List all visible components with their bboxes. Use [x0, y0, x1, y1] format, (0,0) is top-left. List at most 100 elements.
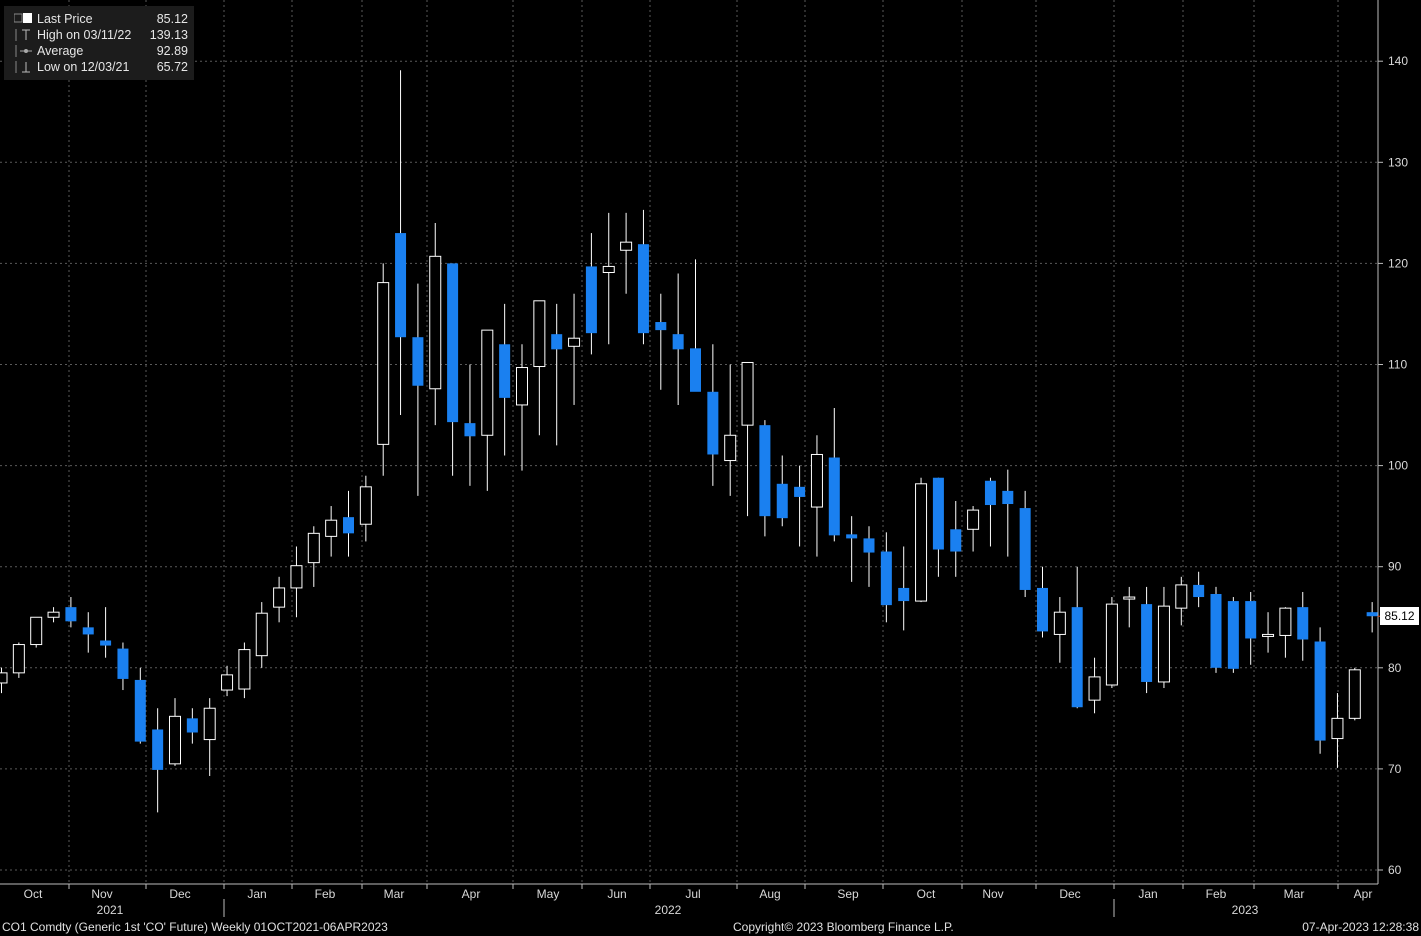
candle [1105, 597, 1118, 689]
candle [898, 546, 910, 631]
candle-body-up [1053, 611, 1066, 635]
legend-item-average: Average 92.89 [4, 43, 194, 59]
candle-body-up [1105, 603, 1118, 686]
footer: CO1 Comdty (Generic 1st 'CO' Future) Wee… [0, 918, 1421, 936]
candle [1053, 597, 1066, 663]
candle [1279, 607, 1292, 658]
x-month-label: Mar [384, 887, 405, 901]
candle [325, 506, 338, 557]
candle [533, 300, 546, 436]
x-month-label: Sep [837, 887, 859, 901]
x-month-label: Jan [247, 887, 266, 901]
candle-body-down [1141, 604, 1153, 682]
candle-body-down [950, 529, 962, 552]
candle-body-down [984, 480, 996, 506]
candle [568, 293, 581, 405]
x-month-label: Oct [24, 887, 43, 901]
candle [447, 263, 459, 476]
x-year-label: 2022 [655, 903, 682, 917]
candle-body-down [1297, 607, 1309, 640]
candle-body-up [238, 649, 251, 690]
candle [30, 616, 43, 648]
candle [499, 303, 511, 456]
candle-body-up [724, 434, 737, 462]
candle [690, 259, 701, 392]
x-month-label: Mar [1284, 887, 1305, 901]
candle-body-down [794, 486, 806, 497]
candle-body-up [1279, 607, 1292, 636]
y-tick-label: 120 [1388, 256, 1408, 270]
candle-body-down [134, 679, 146, 742]
candle [776, 455, 788, 527]
candle [984, 477, 996, 547]
candle-body-down [395, 233, 407, 338]
average-marker-icon [15, 45, 32, 57]
candle [1123, 586, 1136, 628]
y-tick-label: 140 [1388, 54, 1408, 68]
x-month-label: May [537, 887, 560, 901]
candle-body-down [1210, 593, 1222, 668]
legend-label: Low on 12/03/21 [37, 60, 130, 74]
x-month-label: Aug [759, 887, 780, 901]
candle-body-down [637, 244, 649, 334]
legend-item-high: High on 03/11/22 139.13 [4, 27, 194, 43]
candle [152, 708, 164, 813]
legend-item-low: Low on 12/03/21 65.72 [4, 59, 194, 75]
candle-body-up [915, 483, 928, 602]
candle-body-up [169, 715, 181, 765]
x-month-label: Jan [1138, 887, 1157, 901]
candle-body-up [273, 587, 286, 608]
legend-label: Average [37, 44, 84, 58]
candle-body-up [533, 300, 546, 368]
candle-body-up [221, 674, 234, 691]
legend: Last Price 85.12 High on 03/11/22 139.13… [4, 6, 194, 80]
candle-body-down [585, 266, 597, 334]
candle [1366, 602, 1378, 633]
candle-body-down [412, 337, 424, 386]
candle [672, 273, 684, 405]
candle-body-up [602, 265, 615, 273]
candle [1175, 576, 1188, 626]
candle-body-up [12, 644, 25, 674]
x-month-label: Feb [315, 887, 336, 901]
x-month-label: Nov [91, 887, 112, 901]
legend-label: High on 03/11/22 [37, 28, 132, 42]
legend-value: 85.12 [156, 12, 188, 26]
candle [620, 212, 633, 294]
candle-body-up [429, 255, 442, 390]
candle-body-down [1002, 490, 1014, 505]
candle-body-down [846, 534, 858, 539]
candle-body-down [117, 648, 129, 679]
candle [412, 283, 424, 496]
legend-value: 65.72 [156, 60, 188, 74]
candle-body-up [47, 611, 60, 618]
candle [655, 293, 667, 390]
candle [290, 546, 303, 618]
candle [915, 477, 928, 603]
candle-body-up [620, 241, 633, 251]
x-year-label: 2023 [1232, 903, 1259, 917]
candle [343, 490, 354, 557]
candle [1331, 693, 1344, 768]
candle [863, 526, 875, 587]
candle [585, 233, 597, 355]
candle [932, 477, 944, 577]
x-month-label: Oct [917, 887, 936, 901]
legend-value: 139.13 [149, 28, 188, 42]
candle-body-up [967, 509, 980, 530]
last-price-tag: 85.12 [1380, 607, 1419, 625]
candle [1088, 657, 1101, 714]
candle-body-down [776, 483, 788, 519]
legend-value: 92.89 [156, 44, 188, 58]
candles [0, 70, 1378, 813]
x-year-label: 2021 [97, 903, 124, 917]
x-month-label: Dec [1059, 887, 1080, 901]
footer-ticker: CO1 Comdty (Generic 1st 'CO' Future) Wee… [2, 920, 388, 934]
candle [377, 263, 390, 476]
candle-body-down [82, 627, 94, 635]
legend-item-last-price: Last Price 85.12 [4, 11, 194, 27]
y-tick-label: 60 [1388, 863, 1402, 877]
candle [203, 698, 216, 776]
candle-body-down [152, 729, 164, 770]
candle [794, 465, 806, 547]
